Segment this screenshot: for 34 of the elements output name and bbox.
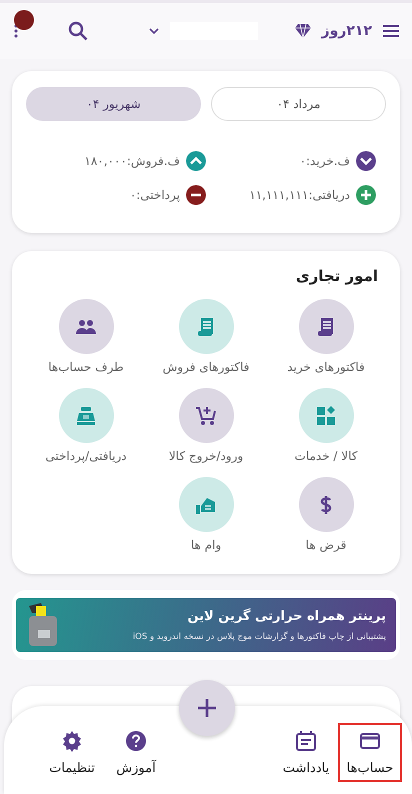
help-icon (124, 729, 148, 753)
stat-text: پرداختی:۰ (130, 188, 180, 202)
tile-label[interactable]: وام ها (190, 538, 222, 552)
chevron-down-icon[interactable] (148, 27, 160, 35)
tile-label[interactable]: فاکتورهای فروش (162, 360, 250, 374)
promo-banner[interactable]: پرینتر همراه حرارتی گرین لاین پشتیبانی از چاپ فاکتورها و گزارشات موج پلاس در نسخه اندروید و iOS (16, 598, 396, 652)
banner-title: پرینتر همراه حرارتی گرین لاین (186, 608, 386, 624)
tile-label[interactable]: دریافتی/پرداختی (45, 449, 127, 463)
gear-icon (60, 729, 84, 753)
stat-text: ف.خرید:۰ (300, 154, 350, 168)
more-vertical-icon[interactable] (14, 24, 18, 38)
days-remaining: ۲۱۲روز (322, 23, 372, 39)
stat-text: ف.فروش:۱۸۰,۰۰۰ (84, 154, 180, 168)
tile-label[interactable]: طرف حساب‌ها (48, 360, 124, 374)
plus-icon (195, 696, 219, 720)
tile-label[interactable]: فاکتورهای خرید (287, 360, 365, 374)
search-icon[interactable] (68, 21, 88, 41)
nav-item[interactable]: یادداشت (274, 723, 338, 782)
nav-item[interactable]: تنظیمات (40, 723, 104, 782)
tile-label[interactable]: قرض ها (306, 538, 346, 552)
menu-icon[interactable] (382, 24, 400, 38)
diamond-icon (294, 23, 312, 39)
period-tab[interactable]: شهریور ۰۴ (26, 87, 201, 121)
nav-item[interactable]: آموزش (104, 723, 168, 782)
add-button[interactable] (179, 680, 235, 736)
note-icon (294, 729, 318, 753)
banner-subtitle: پشتیبانی از چاپ فاکتورها و گزارشات موج پلاس در نسخه اندروید و iOS (132, 632, 386, 642)
tile-label[interactable]: کالا / خدمات (294, 449, 358, 463)
period-tab[interactable]: مرداد ۰۴ (211, 87, 386, 121)
section-title: امور تجاری (294, 267, 378, 285)
stat-text: دریافتی:۱۱,۱۱۱,۱۱۱ (249, 188, 350, 202)
tile-label[interactable]: ورود/خروج کالا (168, 449, 244, 463)
printer-drawing (26, 602, 60, 648)
nav-item[interactable]: حساب‌ها (338, 723, 402, 782)
